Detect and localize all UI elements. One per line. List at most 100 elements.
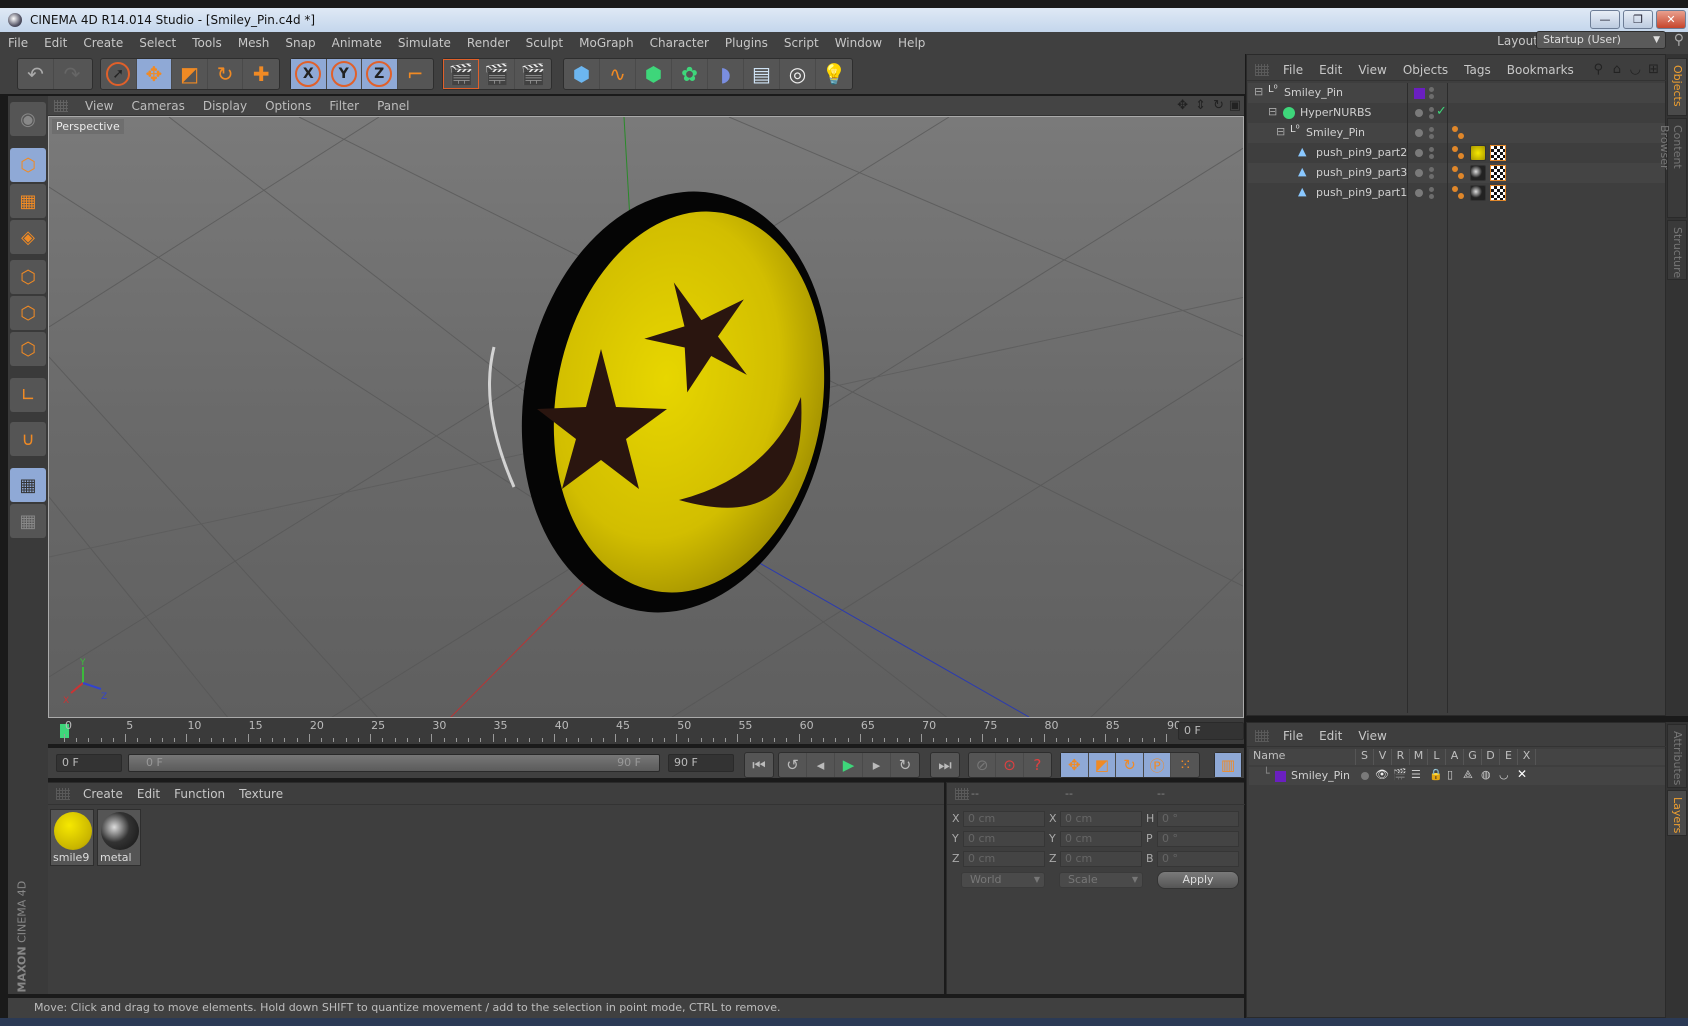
menu-tools[interactable]: Tools <box>184 36 230 50</box>
uvw-tag-icon[interactable] <box>1490 145 1506 161</box>
scale-icon[interactable]: ◩ <box>172 59 208 89</box>
column-divider[interactable] <box>1447 83 1448 713</box>
material-smile9[interactable]: smile9 <box>50 809 94 866</box>
perspective-viewport[interactable]: Y X Z Perspective <box>48 116 1244 718</box>
collapse-icon[interactable]: ⊟ <box>1254 85 1263 98</box>
smiley-pin-model[interactable] <box>488 167 862 637</box>
editor-visibility-dot[interactable] <box>1429 87 1434 92</box>
z-axis-lock-button[interactable]: Z <box>362 59 398 89</box>
x-axis-lock-button[interactable]: X <box>291 59 327 89</box>
record-active-icon[interactable]: ⊘ <box>969 753 997 777</box>
metal-material-tag-icon[interactable] <box>1470 185 1486 201</box>
menu-character[interactable]: Character <box>642 36 717 50</box>
generators-toggle-icon[interactable]: ⟁ <box>1463 768 1473 782</box>
object-row-push-pin9-part3[interactable]: ▲ push_pin9_part3 <box>1248 163 1665 183</box>
edges-mode-icon[interactable]: ⬡ <box>10 296 46 330</box>
redo-icon[interactable]: ↷ <box>54 59 90 89</box>
animation-toggle-icon[interactable]: ▯ <box>1447 768 1453 781</box>
om-menu-view[interactable]: View <box>1350 63 1394 77</box>
render-visibility-dot[interactable] <box>1429 134 1434 139</box>
goto-start-icon[interactable]: ⏮ <box>745 753 773 777</box>
axis-mode-icon[interactable]: ∟ <box>10 378 46 412</box>
end-frame-field[interactable]: 90 F <box>668 754 734 772</box>
workplane-mode-icon[interactable]: ◈ <box>10 220 46 254</box>
autokey-icon[interactable]: ⊙ <box>996 753 1024 777</box>
viewport-menu-display[interactable]: Display <box>194 99 256 113</box>
menu-mesh[interactable]: Mesh <box>230 36 278 50</box>
panel-grip-icon[interactable] <box>54 99 68 112</box>
object-row-smiley-pin-child[interactable]: ⊟ L⁰ Smiley_Pin <box>1248 123 1665 143</box>
zoom-view-icon[interactable]: ⇕ <box>1195 98 1206 113</box>
render-visibility-dot[interactable] <box>1429 114 1434 119</box>
col-render[interactable]: R <box>1392 749 1410 765</box>
play-forward-icon[interactable]: ▶ <box>835 753 863 777</box>
menu-simulate[interactable]: Simulate <box>390 36 459 50</box>
render-visibility-dot[interactable] <box>1429 174 1434 179</box>
editor-visibility-dot[interactable] <box>1429 187 1434 192</box>
apply-button[interactable]: Apply <box>1157 871 1239 889</box>
material-menu-create[interactable]: Create <box>76 787 130 801</box>
expressions-toggle-icon[interactable]: ◡ <box>1499 768 1509 781</box>
col-locked[interactable]: L <box>1428 749 1446 765</box>
om-menu-tags[interactable]: Tags <box>1456 63 1499 77</box>
uvw-tag-icon[interactable] <box>1490 165 1506 181</box>
maximize-view-icon[interactable]: ▣ <box>1229 98 1241 113</box>
menu-help[interactable]: Help <box>890 36 933 50</box>
workplane-lock-icon[interactable]: ▦ <box>10 468 46 502</box>
menu-file[interactable]: File <box>0 36 36 50</box>
lock-toggle-icon[interactable]: 🔒 <box>1429 768 1443 781</box>
xref-toggle-icon[interactable]: ✕ <box>1517 767 1527 781</box>
menu-plugins[interactable]: Plugins <box>717 36 776 50</box>
viewport-menu-cameras[interactable]: Cameras <box>122 99 193 113</box>
render-visibility-dot[interactable] <box>1429 94 1434 99</box>
key-pla-icon[interactable]: ⁙ <box>1171 753 1199 777</box>
layout-dropdown[interactable]: Startup (User) ▼ <box>1536 31 1666 49</box>
nurbs-icon[interactable]: ⬢ <box>636 59 672 89</box>
key-rotation-icon[interactable]: ↻ <box>1116 753 1144 777</box>
layer-dot[interactable] <box>1415 189 1423 197</box>
undo-icon[interactable]: ↶ <box>18 59 54 89</box>
menu-select[interactable]: Select <box>131 36 184 50</box>
menu-window[interactable]: Window <box>827 36 890 50</box>
object-row-push-pin9-part2[interactable]: ▲ push_pin9_part2 <box>1248 143 1665 163</box>
key-parameter-icon[interactable]: Ⓟ <box>1143 753 1172 777</box>
menu-sculpt[interactable]: Sculpt <box>518 36 571 50</box>
array-icon[interactable]: ✿ <box>672 59 708 89</box>
world-coordinates-icon[interactable]: ⌐ <box>398 59 433 89</box>
column-divider[interactable] <box>1407 83 1408 713</box>
previous-frame-icon[interactable]: ◂ <box>807 753 835 777</box>
tab-objects[interactable]: Objects <box>1667 58 1687 116</box>
move-view-icon[interactable]: ✥ <box>1177 98 1188 113</box>
phong-tag-icon[interactable] <box>1452 146 1458 152</box>
polygons-mode-icon[interactable]: ⬡ <box>10 332 46 366</box>
panel-grip-icon[interactable] <box>56 787 70 800</box>
menu-render[interactable]: Render <box>459 36 518 50</box>
floor-icon[interactable]: ▤ <box>744 59 780 89</box>
col-solo[interactable]: S <box>1356 749 1374 765</box>
layer-dot[interactable] <box>1415 169 1423 177</box>
key-scale-icon[interactable]: ◩ <box>1088 753 1117 777</box>
menu-script[interactable]: Script <box>776 36 827 50</box>
col-view[interactable]: V <box>1374 749 1392 765</box>
layer-name[interactable]: Smiley_Pin <box>1291 769 1350 782</box>
model-mode-icon[interactable]: ⬡ <box>10 148 46 182</box>
object-row-hypernurbs[interactable]: ⊟ HyperNURBS ✓ <box>1248 103 1665 123</box>
om-menu-file[interactable]: File <box>1275 63 1311 77</box>
om-menu-bookmarks[interactable]: Bookmarks <box>1499 63 1582 77</box>
om-menu-objects[interactable]: Objects <box>1395 63 1456 77</box>
pos-y-field[interactable]: 0 cm <box>963 831 1045 847</box>
render-toggle-icon[interactable]: 🎬 <box>1393 768 1407 781</box>
col-expressions[interactable]: E <box>1500 749 1518 765</box>
home-icon[interactable]: ⌂ <box>1613 62 1621 77</box>
col-name[interactable]: Name <box>1249 749 1356 765</box>
editor-visibility-dot[interactable] <box>1429 127 1434 132</box>
size-z-field[interactable]: 0 cm <box>1060 851 1142 867</box>
timeline-window-icon[interactable]: ▥ <box>1215 753 1241 777</box>
object-row-push-pin9-part1[interactable]: ▲ push_pin9_part1 <box>1248 183 1665 203</box>
material-metal[interactable]: metal <box>97 809 141 866</box>
rotate-view-icon[interactable]: ↻ <box>1213 98 1224 113</box>
editor-visibility-dot[interactable] <box>1429 147 1434 152</box>
material-menu-edit[interactable]: Edit <box>130 787 167 801</box>
menu-mograph[interactable]: MoGraph <box>571 36 642 50</box>
smile9-material-tag-icon[interactable] <box>1470 145 1486 161</box>
